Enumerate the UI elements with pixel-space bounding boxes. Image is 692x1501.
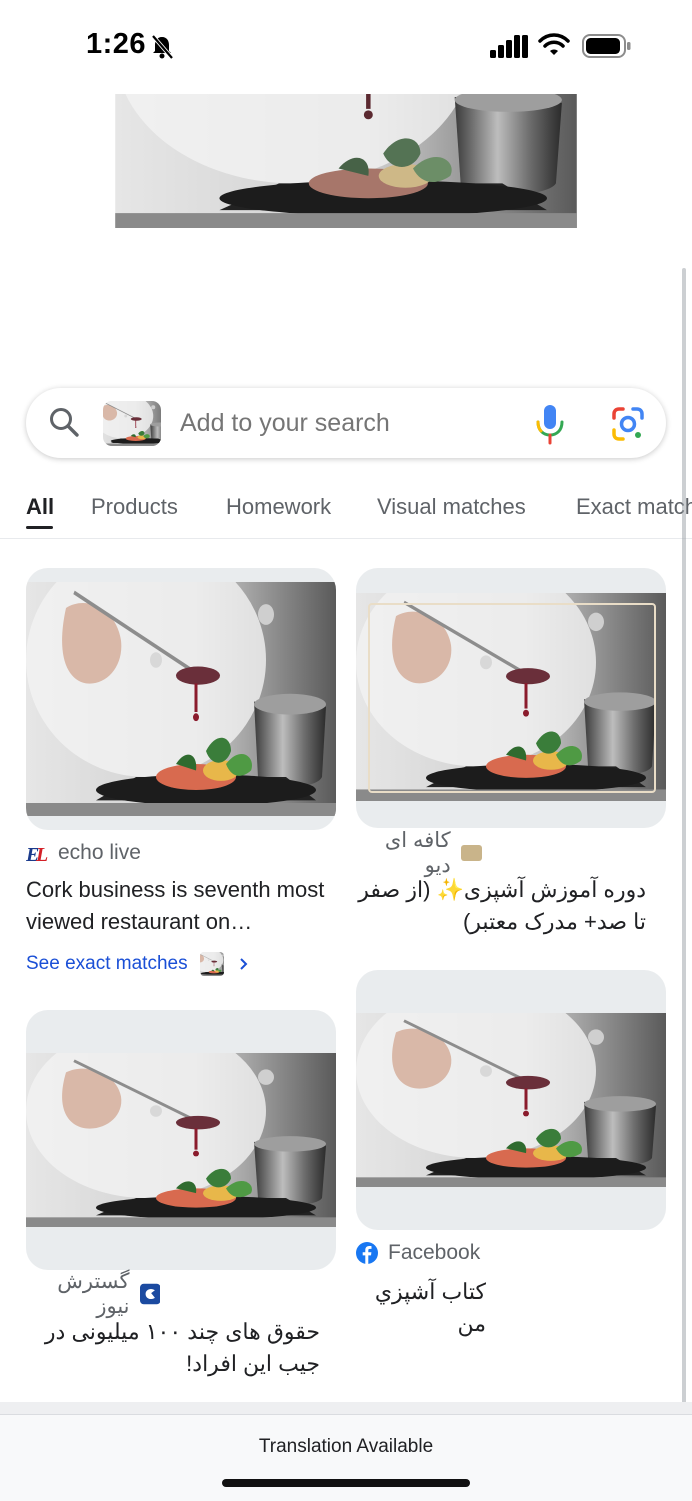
- source-logo-icon: [460, 845, 482, 861]
- chevron-right-icon: [239, 958, 248, 970]
- exact-match-thumbnail: [200, 952, 224, 976]
- svg-text:L: L: [35, 844, 48, 864]
- scrollbar[interactable]: [682, 268, 686, 1412]
- home-indicator[interactable]: [222, 1479, 470, 1487]
- see-exact-matches-link[interactable]: See exact matches: [26, 952, 250, 976]
- result-image[interactable]: [356, 970, 666, 1230]
- cellular-signal-icon: [490, 35, 528, 58]
- microphone-icon[interactable]: [532, 402, 568, 446]
- tab-all[interactable]: All: [26, 494, 54, 520]
- facebook-icon: [356, 1242, 378, 1264]
- google-lens-icon[interactable]: [608, 404, 648, 444]
- result-source[interactable]: کافه ای دیو: [356, 829, 482, 877]
- wifi-icon: [538, 33, 570, 55]
- result-title[interactable]: كتاب آشپزي من: [356, 1276, 486, 1340]
- status-time: 1:26: [86, 28, 147, 60]
- result-image[interactable]: [356, 568, 666, 828]
- result-image[interactable]: [26, 1010, 336, 1270]
- tab-exact-matches[interactable]: Exact matches: [576, 494, 692, 520]
- gostaresh-news-logo-icon: [139, 1283, 160, 1305]
- echo-live-logo-icon: E L: [26, 844, 48, 864]
- source-name: Facebook: [388, 1241, 481, 1264]
- result-title[interactable]: Cork business is seventh most viewed res…: [26, 874, 340, 938]
- filter-tabs: All Products Homework Visual matches Exa…: [0, 486, 692, 539]
- source-name: کافه ای دیو: [384, 829, 451, 877]
- translation-available-label[interactable]: Translation Available: [0, 1436, 692, 1458]
- search-input[interactable]: [180, 406, 510, 440]
- see-exact-matches-label: See exact matches: [26, 953, 188, 974]
- result-title[interactable]: حقوق های چند ۱۰۰ میلیونی در جیب این افرا…: [26, 1316, 320, 1380]
- divider: [0, 1402, 692, 1414]
- search-image-thumbnail[interactable]: [103, 401, 161, 446]
- battery-icon: [582, 34, 631, 58]
- image-frame: [368, 603, 656, 793]
- result-source[interactable]: E L echo live: [26, 840, 141, 866]
- search-icon: [50, 408, 79, 437]
- tab-products[interactable]: Products: [91, 494, 178, 520]
- result-image[interactable]: [26, 568, 336, 830]
- query-image[interactable]: [0, 94, 692, 362]
- active-tab-indicator: [26, 526, 53, 529]
- result-title[interactable]: دوره آموزش آشپزی✨ (از صفر تا صد+ مدرک مع…: [356, 874, 646, 938]
- result-source[interactable]: گسترش نیوز: [26, 1270, 160, 1318]
- result-source[interactable]: Facebook: [356, 1240, 480, 1266]
- source-name: گسترش نیوز: [57, 1270, 130, 1318]
- silent-bell-icon: [151, 34, 174, 60]
- tab-homework[interactable]: Homework: [226, 494, 331, 520]
- source-name: echo live: [58, 841, 141, 864]
- tab-visual-matches[interactable]: Visual matches: [377, 494, 526, 520]
